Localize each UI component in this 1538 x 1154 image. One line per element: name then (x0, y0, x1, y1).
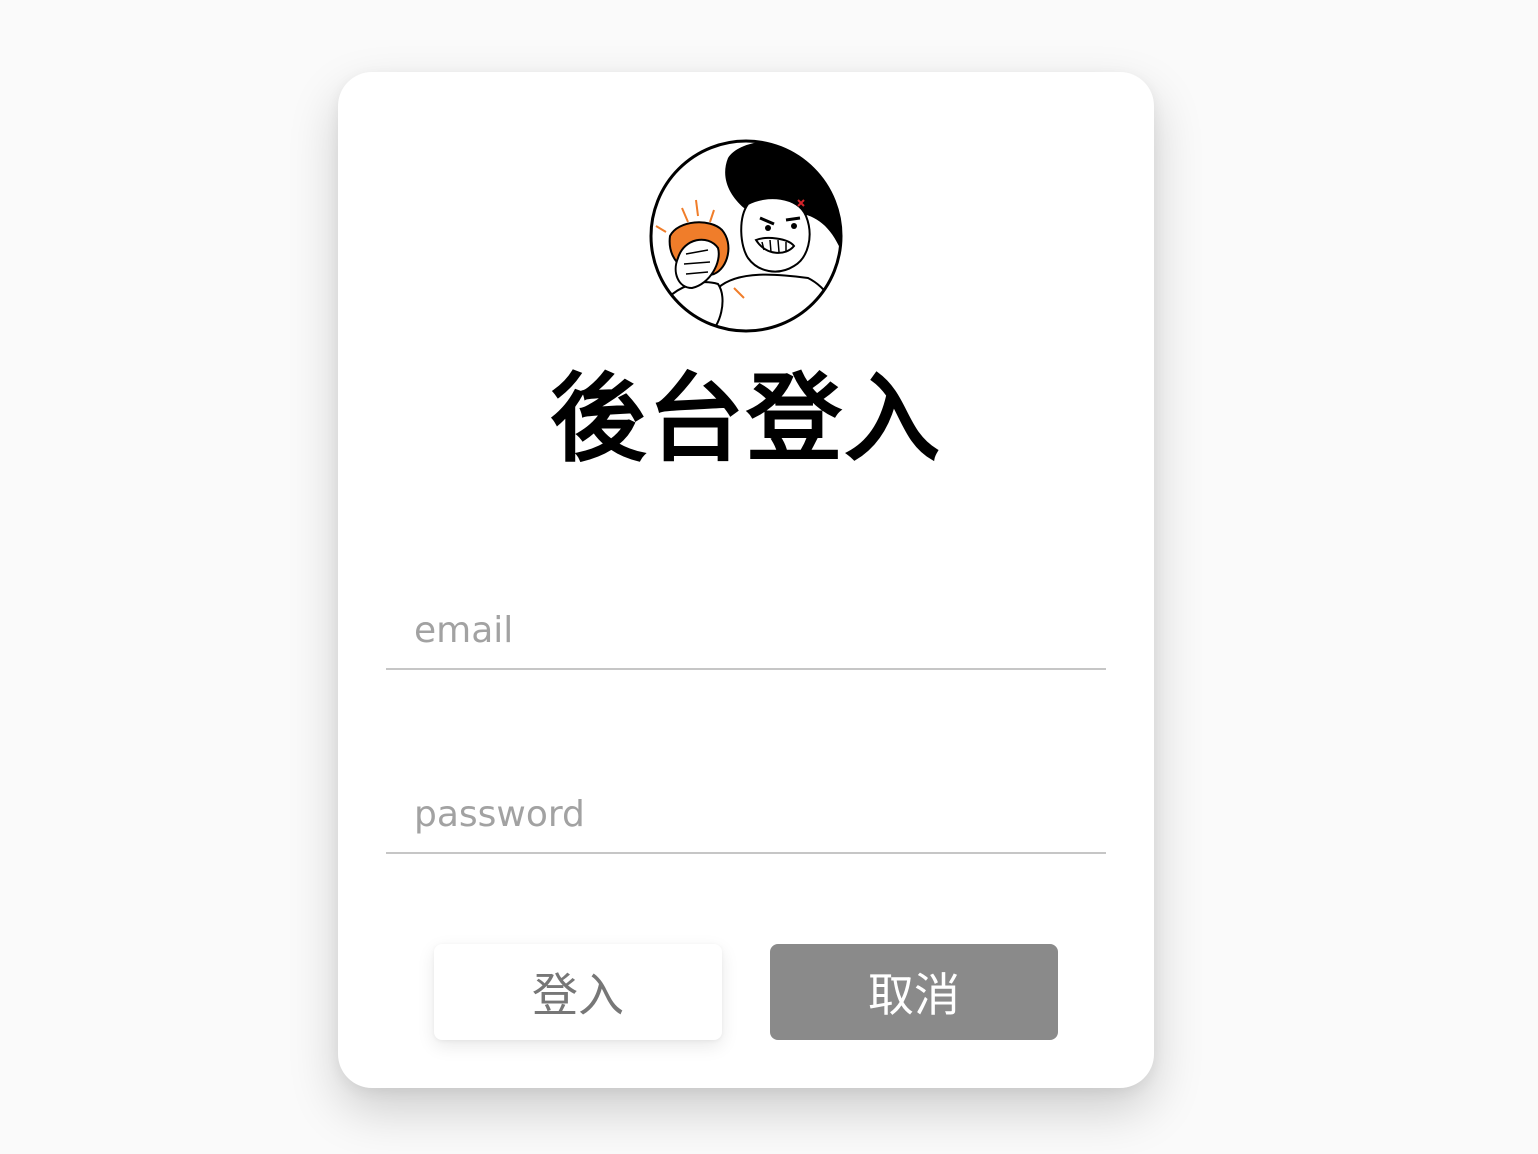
password-input[interactable] (386, 782, 1106, 852)
login-button[interactable]: 登入 (434, 944, 722, 1040)
password-field (386, 782, 1106, 854)
email-field (386, 598, 1106, 670)
email-input[interactable] (386, 598, 1106, 668)
login-card: 後台登入 登入 取消 (338, 72, 1154, 1088)
page: 後台登入 登入 取消 (0, 0, 1538, 1154)
cancel-button[interactable]: 取消 (770, 944, 1058, 1040)
cartoon-avatar-icon (648, 138, 844, 334)
page-title: 後台登入 (550, 363, 942, 475)
